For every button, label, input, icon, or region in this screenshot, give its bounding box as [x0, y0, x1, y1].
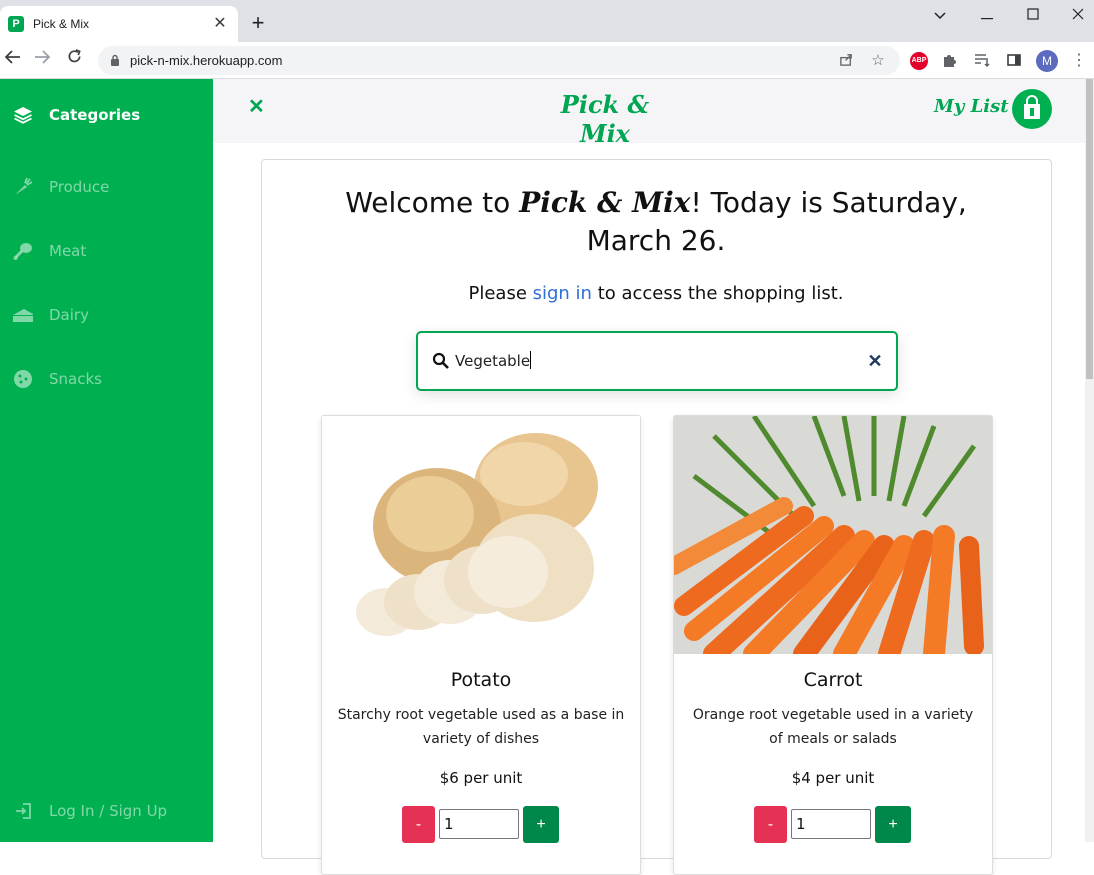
- login-signup-label: Log In / Sign Up: [49, 802, 168, 820]
- clear-search-icon[interactable]: ✕: [866, 349, 884, 373]
- categories-sidebar: Categories Produce Meat Dairy Snacks Log…: [0, 79, 213, 842]
- search-field[interactable]: Vegetable ✕: [416, 331, 898, 391]
- welcome-heading: Welcome to Pick & Mix! Today is Saturday…: [306, 184, 1006, 260]
- quantity-input[interactable]: [439, 809, 519, 839]
- sidebar-header-label: Categories: [49, 106, 141, 124]
- window-close-icon[interactable]: [1063, 4, 1093, 26]
- sidebar-item-label: Snacks: [49, 370, 102, 388]
- decrease-quantity-button[interactable]: -: [402, 806, 435, 843]
- decrease-quantity-button[interactable]: -: [754, 806, 787, 843]
- welcome-prefix: Welcome to: [345, 186, 520, 219]
- scrollbar-thumb[interactable]: [1086, 79, 1093, 379]
- new-tab-button[interactable]: +: [247, 12, 269, 34]
- carrot-icon: [15, 177, 33, 195]
- address-bar[interactable]: pick-n-mix.herokuapp.com ☆: [98, 46, 900, 75]
- welcome-brand: Pick & Mix: [519, 186, 691, 219]
- profile-avatar[interactable]: M: [1036, 50, 1058, 72]
- tab-search-chevron-icon[interactable]: [925, 4, 955, 26]
- carrot-image: [674, 416, 992, 654]
- product-card-carrot: Carrot Orange root vegetable used in a v…: [673, 415, 993, 875]
- sidebar-item-label: Dairy: [49, 306, 89, 324]
- reading-list-icon[interactable]: [974, 52, 992, 70]
- sidebar-item-dairy[interactable]: Dairy: [0, 295, 213, 335]
- search-input[interactable]: Vegetable: [455, 351, 532, 370]
- drumstick-icon: [13, 243, 32, 260]
- site-favicon-icon: P: [8, 16, 24, 32]
- share-icon[interactable]: [837, 52, 855, 70]
- app-header: ✕ Pick & Mix My List: [213, 79, 1085, 148]
- close-sidebar-icon[interactable]: ✕: [248, 95, 266, 119]
- signin-before: Please: [468, 283, 533, 304]
- product-name: Carrot: [803, 669, 863, 691]
- sidebar-item-produce[interactable]: Produce: [0, 167, 213, 207]
- login-signup-link[interactable]: Log In / Sign Up: [0, 791, 213, 831]
- sidebar-item-meat[interactable]: Meat: [0, 231, 213, 271]
- sidebar-item-label: Meat: [49, 242, 87, 260]
- product-card-potato: Potato Starchy root vegetable used as a …: [321, 415, 641, 875]
- product-price: $4 per unit: [791, 769, 875, 787]
- layers-icon: [14, 107, 32, 124]
- back-arrow-icon[interactable]: [2, 48, 24, 70]
- brand-logo[interactable]: Pick & Mix: [535, 90, 675, 148]
- shopping-bag-icon[interactable]: [1012, 89, 1052, 129]
- sidebar-item-label: Produce: [49, 178, 110, 196]
- cookie-icon: [14, 370, 32, 388]
- potato-image: [322, 416, 640, 654]
- url-text: pick-n-mix.herokuapp.com: [130, 53, 283, 68]
- browser-tab[interactable]: P Pick & Mix ✕: [0, 6, 238, 42]
- my-list-link[interactable]: My List: [934, 96, 1009, 117]
- signin-prompt: Please sign in to access the shopping li…: [306, 283, 1006, 304]
- increase-quantity-button[interactable]: +: [875, 806, 911, 843]
- browser-menu-icon[interactable]: ⋮: [1071, 51, 1087, 71]
- cheese-icon: [13, 309, 33, 322]
- side-panel-icon[interactable]: [1006, 52, 1024, 70]
- main-content: Welcome to Pick & Mix! Today is Saturday…: [261, 159, 1052, 875]
- product-price: $6 per unit: [439, 769, 523, 787]
- search-value: Vegetable: [455, 352, 531, 370]
- minimize-icon[interactable]: [972, 4, 1002, 26]
- adblock-plus-icon[interactable]: ABP: [910, 52, 928, 70]
- text-caret: [530, 351, 532, 369]
- sign-in-icon: [16, 803, 31, 819]
- signin-after: to access the shopping list.: [591, 283, 844, 304]
- bookmark-star-icon[interactable]: ☆: [869, 52, 887, 70]
- lock-icon: [111, 54, 119, 66]
- sidebar-header-categories[interactable]: Categories: [0, 95, 213, 135]
- product-name: Potato: [450, 669, 512, 691]
- browser-toolbar: pick-n-mix.herokuapp.com ☆ ABP M ⋮: [0, 42, 1094, 79]
- extensions-puzzle-icon[interactable]: [942, 52, 960, 70]
- tab-title: Pick & Mix: [33, 17, 90, 31]
- sign-in-link[interactable]: sign in: [533, 283, 592, 304]
- forward-arrow-icon[interactable]: [31, 48, 53, 70]
- product-description: Starchy root vegetable used as a base in…: [337, 707, 625, 747]
- search-icon: [432, 352, 449, 369]
- reload-icon[interactable]: [63, 48, 85, 70]
- increase-quantity-button[interactable]: +: [523, 806, 559, 843]
- page-scrollbar[interactable]: [1085, 79, 1094, 842]
- product-description: Orange root vegetable used in a variety …: [692, 707, 974, 747]
- sidebar-item-snacks[interactable]: Snacks: [0, 359, 213, 399]
- maximize-icon[interactable]: [1018, 4, 1048, 26]
- quantity-input[interactable]: [791, 809, 871, 839]
- browser-tab-strip: P Pick & Mix ✕ +: [0, 0, 1094, 42]
- tab-close-icon[interactable]: ✕: [211, 15, 229, 33]
